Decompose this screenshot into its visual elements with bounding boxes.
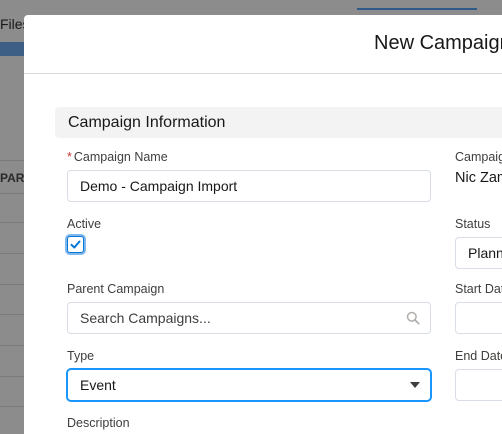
end-date-input[interactable] — [455, 369, 502, 401]
status-select[interactable]: Planned — [455, 237, 502, 269]
section-campaign-information[interactable]: Campaign Information — [55, 107, 502, 138]
section-title: Campaign Information — [68, 114, 226, 131]
start-date-input[interactable] — [455, 302, 502, 334]
campaign-name-input[interactable]: Demo - Campaign Import — [67, 170, 431, 202]
search-icon — [406, 311, 420, 325]
background-row-divider — [0, 253, 24, 254]
status-selected-value: Planned — [468, 245, 502, 261]
background-highlight-bar — [0, 42, 24, 56]
modal-header: New Campaign — [24, 15, 502, 74]
new-campaign-modal: New Campaign Campaign Information * Campa… — [24, 15, 502, 434]
type-select[interactable]: Event — [67, 369, 431, 401]
description-label: Description — [67, 416, 130, 430]
checkmark-icon — [70, 240, 81, 249]
parent-campaign-placeholder: Search Campaigns... — [80, 310, 211, 326]
background-row-divider — [0, 314, 24, 315]
background-row-divider — [0, 376, 24, 377]
active-checkbox[interactable] — [67, 236, 84, 253]
background-tab-indicator — [357, 8, 477, 10]
chevron-down-icon — [410, 382, 420, 388]
required-indicator: * — [67, 150, 72, 164]
status-label: Status — [455, 217, 491, 231]
campaign-owner-label: Campaign Owner — [455, 150, 502, 164]
parent-campaign-search-input[interactable]: Search Campaigns... — [67, 302, 431, 334]
type-label: Type — [67, 349, 95, 363]
background-row-divider — [0, 284, 24, 285]
end-date-label: End Date — [455, 349, 502, 363]
background-row-divider — [0, 406, 24, 407]
modal-title: New Campaign — [374, 32, 502, 54]
campaign-name-label: * Campaign Name — [67, 150, 168, 164]
start-date-label: Start Date — [455, 282, 502, 296]
background-row-divider — [0, 345, 24, 346]
background-column-header: PARENT — [0, 160, 24, 194]
parent-campaign-label: Parent Campaign — [67, 282, 165, 296]
active-label: Active — [67, 217, 102, 231]
campaign-owner-value[interactable]: Nic Zamora — [455, 170, 502, 186]
campaign-name-value: Demo - Campaign Import — [80, 178, 238, 194]
type-selected-value: Event — [80, 377, 116, 393]
background-row-divider — [0, 222, 24, 223]
